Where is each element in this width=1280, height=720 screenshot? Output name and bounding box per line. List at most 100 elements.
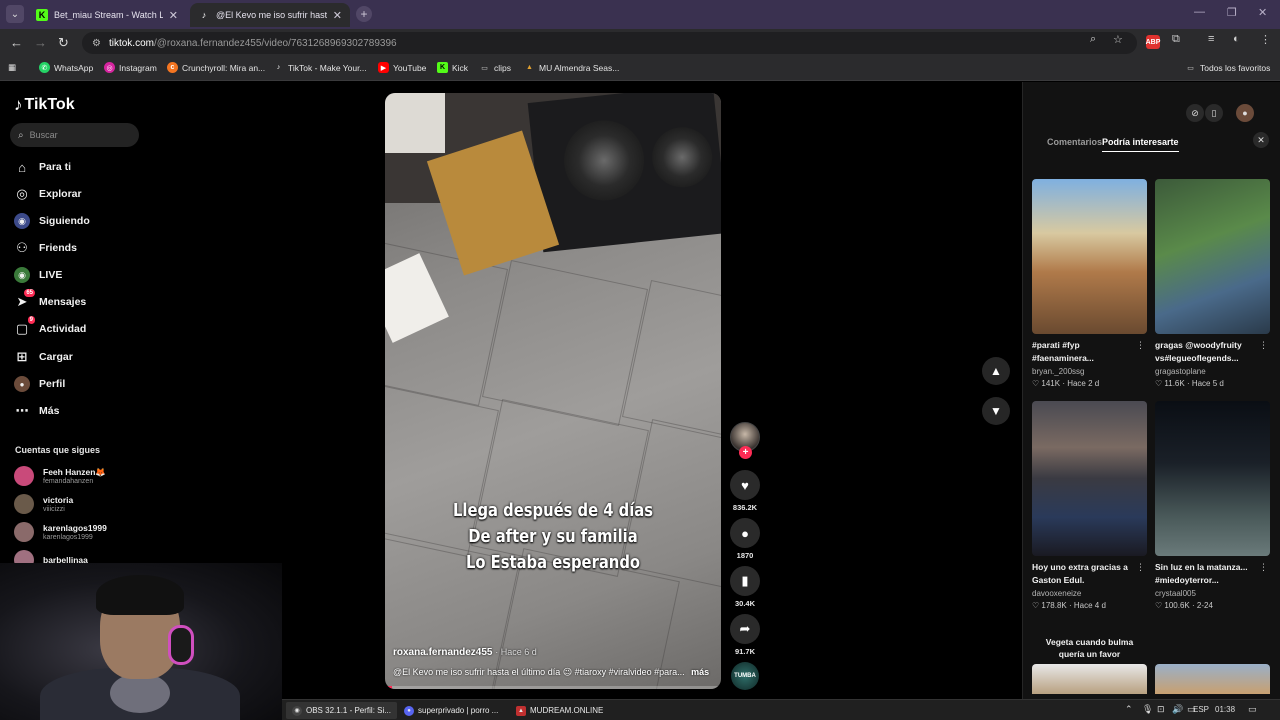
nav-label: Para ti xyxy=(39,161,72,173)
friends-icon: ⚇ xyxy=(16,240,28,255)
like-button[interactable]: ♥ 836.2K xyxy=(730,470,760,512)
next-video-button[interactable]: ▼ xyxy=(982,397,1010,425)
crunchyroll-icon: c xyxy=(167,62,178,73)
suggested-video-card[interactable]: #parati #fyp #faenaminera... bryan._200ss… xyxy=(1032,179,1147,390)
maximize-icon[interactable]: ❐ xyxy=(1227,6,1237,19)
video-author[interactable]: roxana.fernandez455 · Hace 6 d xyxy=(393,647,537,658)
nav-mensajes[interactable]: ➤ 65 Mensajes xyxy=(14,289,86,310)
volume-icon[interactable]: 🔊 xyxy=(1172,704,1183,715)
previous-video-button[interactable]: ▲ xyxy=(982,357,1010,385)
nav-siguiendo[interactable]: ◉ Siguiendo xyxy=(14,213,90,229)
video-player[interactable]: Llega después de 4 días De after y su fa… xyxy=(385,93,721,689)
taskbar-app-obs[interactable]: ◉ OBS 32.1.1 - Perfil: Si... xyxy=(286,702,397,719)
site-info-icon[interactable]: ⚙ xyxy=(92,38,101,49)
nav-live[interactable]: ◉ LIVE xyxy=(14,267,62,283)
back-icon[interactable]: ← xyxy=(10,35,23,51)
nav-actividad[interactable]: ▢ 9 Actividad xyxy=(14,316,86,337)
following-account[interactable]: victoria viiicizzi xyxy=(14,494,73,514)
more-options-icon[interactable]: ⋮ xyxy=(1259,562,1268,573)
new-tab-button[interactable]: + xyxy=(356,6,372,22)
notifications-icon[interactable]: ▭ xyxy=(1248,704,1257,715)
video-thumbnail[interactable] xyxy=(1032,664,1147,694)
bookmark-crunchyroll[interactable]: c Crunchyroll: Mira an... xyxy=(167,62,265,73)
taskbar-app-mudream[interactable]: ▲ MUDREAM.ONLINE xyxy=(510,702,609,719)
suggested-video-card[interactable]: Hoy uno extra gracias a Gaston Edul. davo… xyxy=(1032,401,1147,612)
bookmark-clips[interactable]: ▭ clips xyxy=(479,62,511,73)
reload-icon[interactable]: ↻ xyxy=(58,35,69,51)
apps-grid-icon[interactable]: ▦ xyxy=(8,62,16,73)
nav-label: Explorar xyxy=(39,188,82,200)
more-link[interactable]: más xyxy=(691,667,709,677)
nav-para-ti[interactable]: ⌂ Para ti xyxy=(14,159,71,175)
following-account[interactable]: karenlagos1999 karenlagos1999 xyxy=(14,522,107,542)
bookmark-mu-almendra[interactable]: ▲ MU Almendra Seas... xyxy=(524,62,619,73)
forward-icon[interactable]: → xyxy=(34,35,47,51)
profile-avatar-icon[interactable]: ◐ xyxy=(1233,33,1240,45)
follow-plus-icon[interactable]: + xyxy=(739,446,752,459)
network-icon[interactable]: ⊡ xyxy=(1157,704,1165,715)
bookmark-whatsapp[interactable]: ✆ WhatsApp xyxy=(39,62,93,73)
browser-tab-kick[interactable]: K Bet_miau Stream - Watch Live o ✕ xyxy=(28,3,186,27)
extensions-icon[interactable]: ⧉ xyxy=(1172,33,1180,46)
bookmark-label: TikTok - Make Your... xyxy=(288,62,367,73)
card-user: davooxeneize xyxy=(1032,589,1082,598)
profile-avatar-icon[interactable]: ● xyxy=(1236,104,1254,122)
tab-comentarios[interactable]: Comentarios xyxy=(1047,137,1102,152)
address-bar[interactable]: ⚙ tiktok.com /@roxana.fernandez455/video… xyxy=(82,32,1137,54)
logo-text: TikTok xyxy=(24,96,75,113)
media-control-icon[interactable]: ≡ xyxy=(1208,33,1214,45)
tab-search-button[interactable]: ⌄ xyxy=(6,5,24,23)
taskbar-app-discord[interactable]: ● superprivado | porro ... xyxy=(398,702,504,719)
close-tab-icon[interactable]: ✕ xyxy=(333,9,342,22)
close-window-icon[interactable]: ✕ xyxy=(1258,6,1267,19)
nav-mas[interactable]: ⋯ Más xyxy=(14,403,60,419)
tiktok-logo[interactable]: ♪ TikTok xyxy=(14,95,75,115)
suggested-video-card[interactable]: Sin luz en la matanza... #miedoyterror...… xyxy=(1155,401,1270,612)
adblock-extension-icon[interactable]: ABP xyxy=(1146,35,1160,49)
language-indicator[interactable]: ESP xyxy=(1193,705,1209,714)
bookmark-label: clips xyxy=(494,62,512,73)
comment-button[interactable]: ● 1870 xyxy=(730,518,760,560)
browser-tab-tiktok[interactable]: ♪ @El Kevo me iso sufrir hasta el ✕ xyxy=(190,3,350,27)
more-options-icon[interactable]: ⋮ xyxy=(1136,562,1145,573)
more-options-icon[interactable]: ⋮ xyxy=(1259,340,1268,351)
nav-perfil[interactable]: ● Perfil xyxy=(14,376,65,392)
bookmark-instagram[interactable]: ◎ Instagram xyxy=(104,62,157,73)
video-description: @El Kevo me iso sufrir hasta el último d… xyxy=(393,667,713,678)
bookmark-button[interactable]: ▮ 30.4K xyxy=(730,566,760,608)
avatar xyxy=(14,494,34,514)
nav-friends[interactable]: ⚇ Friends xyxy=(14,240,77,256)
search-input[interactable]: ⌕ Buscar xyxy=(10,123,139,147)
microphone-icon[interactable]: 🎙 xyxy=(1142,704,1153,715)
tab-podria-interesarte[interactable]: Podría interesarte xyxy=(1102,137,1179,152)
close-tab-icon[interactable]: ✕ xyxy=(169,9,178,22)
video-thumbnail xyxy=(1155,401,1270,556)
all-bookmarks[interactable]: ▭ Todos los favoritos xyxy=(1185,62,1270,73)
zoom-icon[interactable]: ⌕ xyxy=(1090,33,1096,46)
nav-explorar[interactable]: ◎ Explorar xyxy=(14,186,82,202)
nav-cargar[interactable]: ⊞ Cargar xyxy=(14,349,73,365)
minimize-icon[interactable]: — xyxy=(1194,6,1205,18)
bookmark-youtube[interactable]: ▶ YouTube xyxy=(378,62,426,73)
like-count: 836.2K xyxy=(732,503,758,512)
more-options-icon[interactable]: ⋮ xyxy=(1136,340,1145,351)
bookmark-kick[interactable]: K Kick xyxy=(437,62,468,73)
card-title[interactable]: Vegeta cuando bulma quería un favor xyxy=(1032,636,1147,660)
video-thumbnail[interactable] xyxy=(1155,664,1270,694)
share-button[interactable]: ➦ 91.7K xyxy=(730,614,760,656)
menu-kebab-icon[interactable]: ⋮ xyxy=(1260,33,1271,46)
close-icon[interactable]: ✕ xyxy=(1253,132,1269,148)
folder-icon: ▭ xyxy=(1187,64,1194,72)
tray-chevron-up-icon[interactable]: ⌃ xyxy=(1125,704,1133,715)
video-progress-bar[interactable] xyxy=(385,686,721,689)
compass-icon[interactable]: ⊘ xyxy=(1186,104,1204,122)
phone-icon[interactable]: ▯ xyxy=(1205,104,1223,122)
clock[interactable]: 01:38 xyxy=(1215,705,1235,714)
url-path: /@roxana.fernandez455/video/763126896930… xyxy=(153,37,397,49)
music-disc[interactable]: TUMBA xyxy=(731,662,759,690)
suggested-video-card[interactable]: gragas @woodyfruity vs#legueoflegends... … xyxy=(1155,179,1270,390)
bookmark-star-icon[interactable]: ☆ xyxy=(1113,33,1123,46)
following-account[interactable]: Feeh Hanzen🦊 femandahanzen xyxy=(14,466,106,486)
bookmark-tiktok[interactable]: ♪ TikTok - Make Your... xyxy=(273,62,367,73)
video-speaker xyxy=(527,93,721,253)
